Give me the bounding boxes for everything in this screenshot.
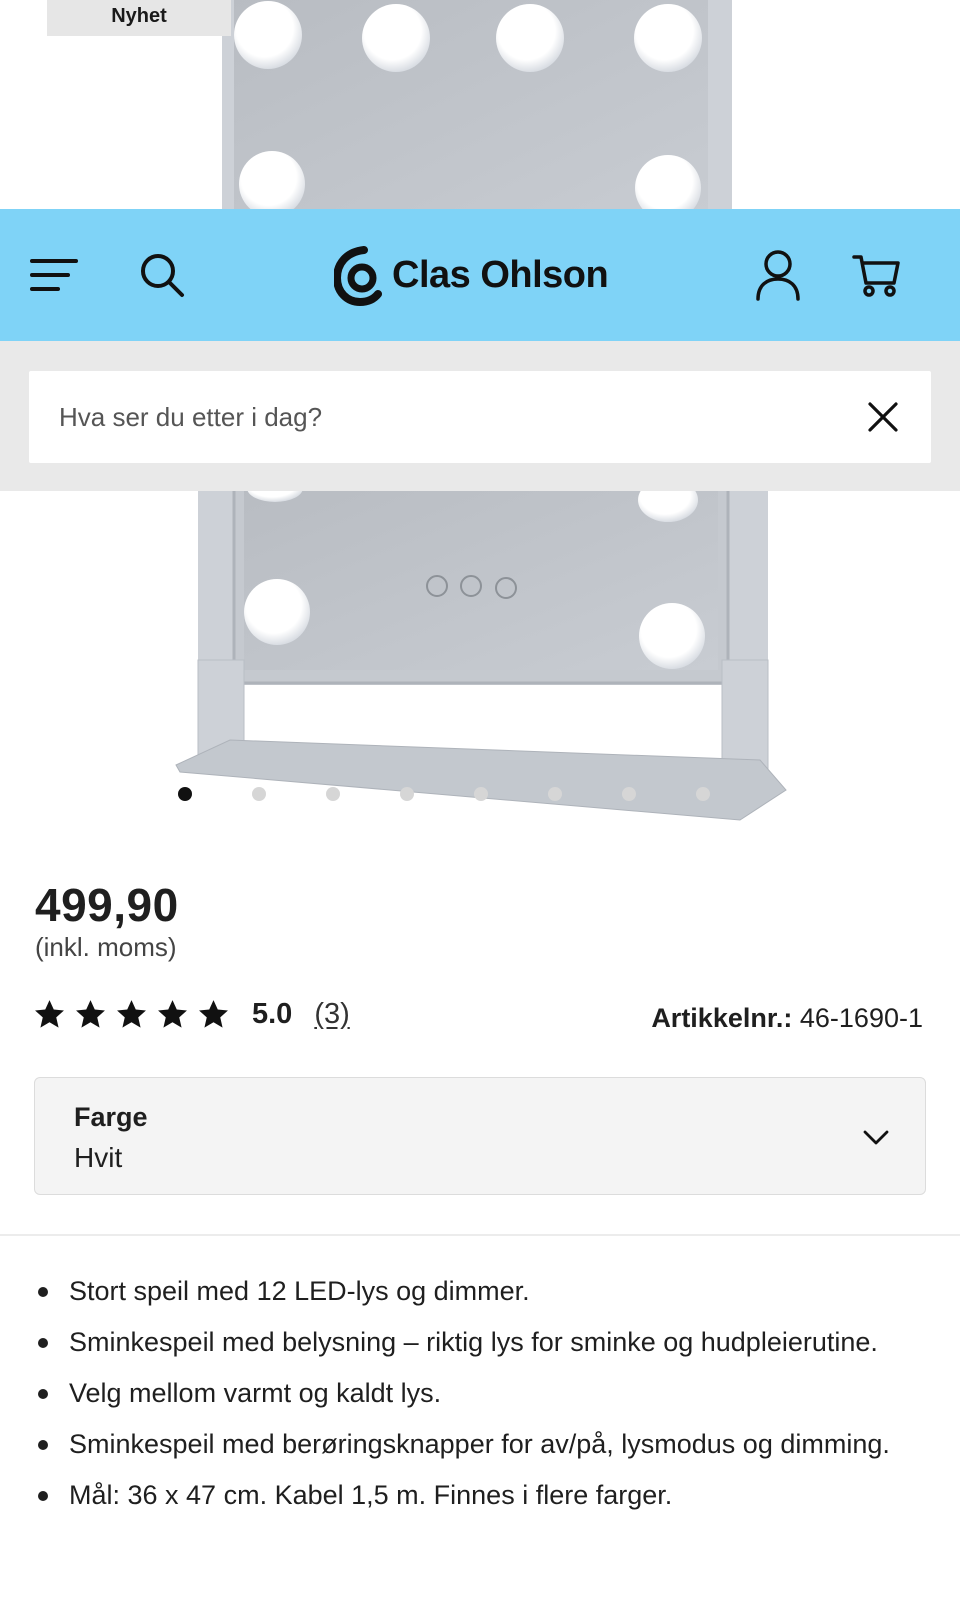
menu-button[interactable] — [28, 209, 80, 341]
rating-stars — [33, 998, 230, 1031]
star-icon — [117, 999, 146, 1028]
star-icon — [158, 999, 187, 1028]
article-number-value: 46-1690-1 — [799, 1003, 923, 1033]
site-header: Clas Ohlson — [0, 209, 960, 341]
star-icon — [199, 999, 228, 1028]
carousel-dot[interactable] — [696, 787, 710, 801]
search-icon — [141, 254, 184, 297]
feature-item: Mål: 36 x 47 cm. Kabel 1,5 m. Finnes i f… — [35, 1477, 915, 1513]
review-count-link[interactable]: (3) — [314, 998, 349, 1031]
carousel-dot[interactable] — [548, 787, 562, 801]
color-select-label: Farge — [74, 1102, 148, 1132]
article-number: Artikkelnr.: 46-1690-1 — [651, 1003, 923, 1034]
color-select[interactable]: Farge Hvit — [34, 1077, 926, 1195]
rating-value: 5.0 — [252, 997, 293, 1030]
carousel-dot[interactable] — [326, 787, 340, 801]
vat-note: (inkl. moms) — [35, 932, 177, 962]
cart-icon — [852, 255, 900, 297]
chevron-down-icon — [863, 1130, 889, 1145]
feature-item: Velg mellom varmt og kaldt lys. — [35, 1375, 915, 1411]
cart-button[interactable] — [850, 209, 902, 341]
clas-ohlson-logo-icon — [334, 246, 382, 306]
feature-item: Sminkespeil med belysning – riktig lys f… — [35, 1324, 915, 1360]
brand-logo[interactable]: Clas Ohlson — [334, 239, 609, 311]
hamburger-icon — [30, 259, 78, 291]
color-select-value: Hvit — [74, 1142, 123, 1173]
product-price: 499,90 — [35, 879, 179, 931]
close-icon — [868, 402, 898, 432]
feature-item: Sminkespeil med berøringsknapper for av/… — [35, 1426, 915, 1462]
star-icon — [76, 999, 105, 1028]
new-badge: Nyhet — [47, 0, 231, 36]
feature-list: Stort speil med 12 LED-lys og dimmer. Sm… — [35, 1273, 915, 1528]
clear-search-button[interactable] — [865, 399, 901, 435]
article-number-label: Artikkelnr.: — [651, 1003, 793, 1033]
carousel-dot[interactable] — [178, 787, 192, 801]
account-button[interactable] — [752, 209, 804, 341]
search-input[interactable] — [59, 371, 839, 463]
star-icon — [35, 999, 64, 1028]
brand-name: Clas Ohlson — [392, 253, 609, 296]
carousel-dot[interactable] — [252, 787, 266, 801]
carousel-dot[interactable] — [474, 787, 488, 801]
search-box — [29, 371, 931, 463]
user-icon — [756, 250, 800, 301]
feature-item: Stort speil med 12 LED-lys og dimmer. — [35, 1273, 915, 1309]
carousel-dot[interactable] — [622, 787, 636, 801]
carousel-dots — [178, 786, 710, 802]
search-panel — [0, 341, 960, 491]
search-button[interactable] — [136, 209, 188, 341]
carousel-dot[interactable] — [400, 787, 414, 801]
section-divider — [0, 1234, 960, 1236]
product-rating: 5.0 (3) — [33, 994, 350, 1034]
